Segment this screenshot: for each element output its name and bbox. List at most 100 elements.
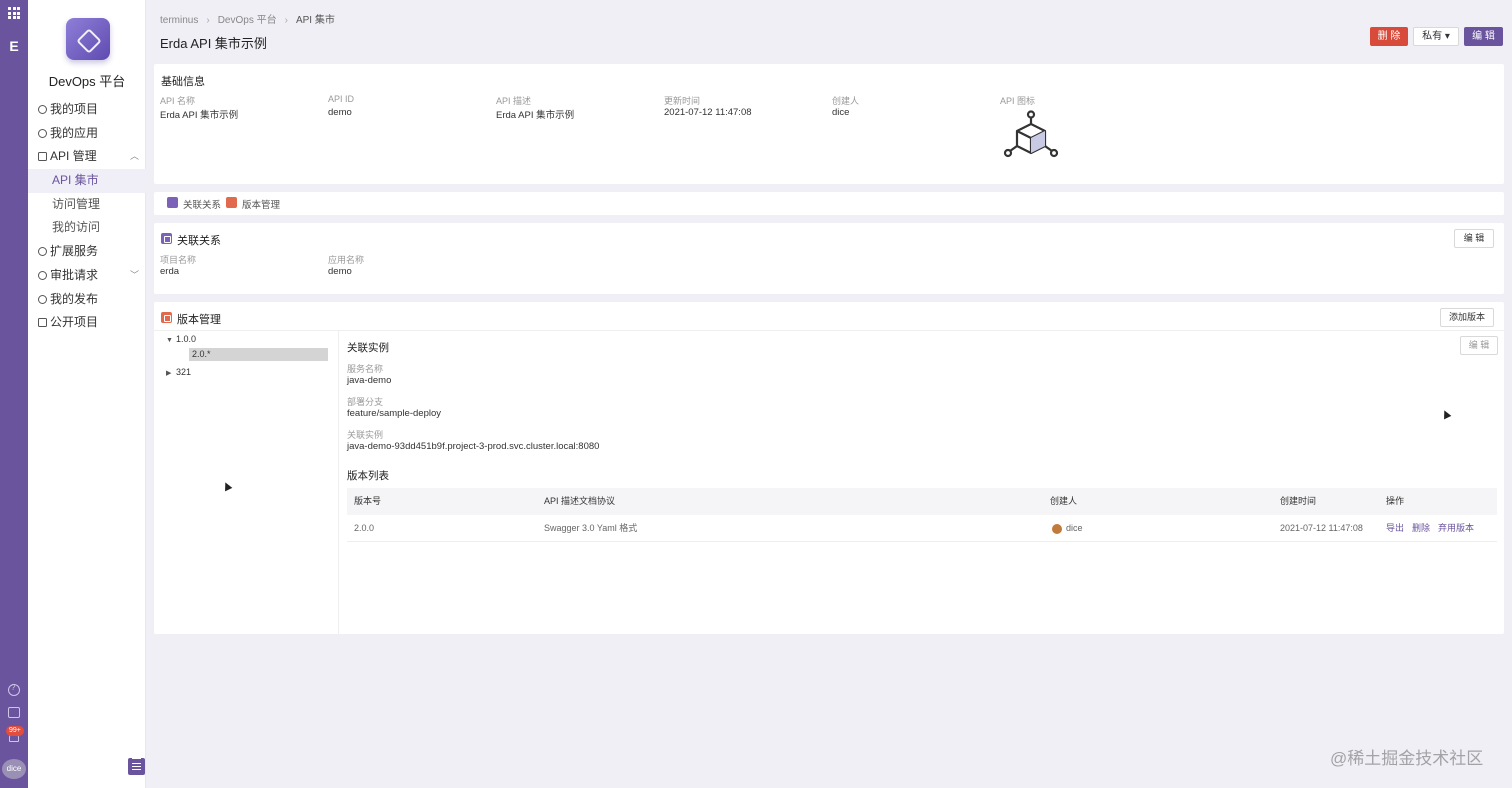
field-value: feature/sample-deploy (347, 408, 441, 419)
relation-card: 关联关系 编 辑 项目名称 erda 应用名称 demo (154, 223, 1504, 294)
app-icon (38, 128, 47, 138)
instance-edit-button[interactable]: 编 辑 (1460, 336, 1498, 355)
sidebar-item-api-management[interactable]: API 管理 ︿ (28, 145, 146, 169)
chevron-down-icon: ﹀ (129, 269, 139, 280)
field-label: 创建人 (832, 96, 860, 106)
sidebar-item-api-market[interactable]: API 集市 (28, 169, 146, 193)
creator-cell: dice (1066, 523, 1083, 533)
api-cube-icon (1003, 110, 1059, 158)
chevron-up-icon: ︿ (129, 151, 139, 162)
caret-down-icon: ▼ (166, 337, 173, 344)
field-value: 2021-07-12 11:47:08 (664, 107, 752, 118)
instance-title: 关联实例 (347, 342, 389, 354)
field-label: API ID (328, 94, 355, 104)
addon-icon (38, 247, 47, 257)
app-grid-icon[interactable] (8, 7, 20, 19)
column-header: 创建时间 (1280, 496, 1317, 506)
field-value: dice (832, 107, 850, 118)
section-title: 版本管理 (177, 314, 221, 326)
version-list-title: 版本列表 (347, 470, 389, 482)
public-project-icon (38, 318, 47, 328)
relation-icon (161, 233, 172, 244)
breadcrumb-item[interactable]: DevOps 平台 (218, 15, 277, 26)
sidebar-item-my-apps[interactable]: 我的应用 (28, 122, 146, 146)
version-tree-node[interactable]: ▶ 321 (166, 367, 191, 377)
anchor-versions[interactable]: 版本管理 (226, 197, 280, 211)
field-value: erda (160, 266, 180, 277)
basic-info-card: 基础信息 API 名称 Erda API 集市示例 API ID demo AP… (154, 64, 1504, 184)
sidebar-item-approval-requests[interactable]: 审批请求 ﹀ (28, 264, 146, 288)
field-value: Erda API 集市示例 (496, 110, 575, 121)
sidebar-title: DevOps 平台 (48, 74, 126, 89)
field-label: 更新时间 (664, 96, 701, 106)
section-anchor-bar: 关联关系 版本管理 (154, 192, 1504, 215)
page-title: Erda API 集市示例 (160, 36, 267, 51)
section-title: 关联关系 (177, 235, 221, 247)
caret-right-icon: ▶ (166, 370, 172, 377)
protocol-cell: Swagger 3.0 Yaml 格式 (544, 523, 638, 533)
field-label: 服务名称 (347, 364, 384, 374)
caret-down-icon: ▾ (1442, 31, 1450, 42)
column-header: 操作 (1386, 496, 1405, 506)
help-icon[interactable] (8, 683, 20, 696)
privacy-dropdown[interactable]: 私有 ▾ (1413, 27, 1459, 46)
field-value: Erda API 集市示例 (160, 110, 239, 121)
delete-button[interactable]: 删 除 (1370, 27, 1408, 46)
created-time-cell: 2021-07-12 11:47:08 (1280, 523, 1363, 533)
sidebar-item-addon-services[interactable]: 扩展服务 (28, 240, 146, 264)
field-label: API 名称 (160, 96, 196, 106)
breadcrumb-current: API 集市 (295, 15, 335, 26)
anchor-relation[interactable]: 关联关系 (167, 197, 221, 211)
section-title: 基础信息 (161, 76, 205, 88)
sidebar-item-access-management[interactable]: 访问管理 (28, 193, 146, 217)
sidebar-item-my-publish[interactable]: 我的发布 (28, 288, 146, 312)
erda-logo-icon[interactable]: E (7, 38, 21, 54)
relation-icon (167, 197, 178, 208)
column-header: 创建人 (1050, 496, 1078, 506)
version-icon (226, 197, 237, 208)
field-value: java-demo-93dd451b9f.project-3-prod.svc.… (347, 441, 600, 452)
column-header: 版本号 (354, 496, 382, 506)
breadcrumb-separator-icon: › (284, 15, 288, 26)
message-icon[interactable] (8, 707, 20, 718)
global-rail: E 99+ dice (0, 0, 28, 788)
field-label: 部署分支 (347, 397, 384, 407)
field-value: demo (328, 266, 352, 277)
relation-edit-button[interactable]: 编 辑 (1454, 229, 1494, 248)
user-avatar[interactable]: dice (2, 759, 26, 779)
sidebar-item-public-projects[interactable]: 公开项目 (28, 311, 146, 335)
add-version-button[interactable]: 添加版本 (1440, 308, 1494, 327)
devops-platform-logo (66, 18, 110, 60)
project-icon (38, 105, 47, 114)
publish-icon (38, 294, 47, 304)
avatar (1052, 524, 1062, 534)
field-label: 应用名称 (328, 255, 365, 265)
delete-link[interactable]: 删除 (1412, 523, 1430, 533)
field-label: 项目名称 (160, 255, 197, 265)
notification-badge: 99+ (6, 726, 24, 736)
field-label: API 图标 (1000, 96, 1036, 106)
version-table: 版本号 API 描述文档协议 创建人 创建时间 操作 2.0.0 Swagger… (347, 488, 1497, 542)
breadcrumb: terminus › DevOps 平台 › API 集市 (160, 11, 335, 26)
approval-icon (38, 270, 47, 280)
column-header: API 描述文档协议 (544, 496, 616, 506)
actions-cell: 导出 删除 弃用版本 (1386, 515, 1482, 542)
field-value: demo (328, 107, 352, 118)
sidebar-collapse-icon[interactable] (128, 758, 145, 775)
export-link[interactable]: 导出 (1386, 523, 1404, 533)
breadcrumb-item[interactable]: terminus (160, 15, 198, 26)
field-value: java-demo (347, 375, 392, 386)
table-header: 版本号 API 描述文档协议 创建人 创建时间 操作 (347, 488, 1497, 515)
deprecate-link[interactable]: 弃用版本 (1438, 523, 1474, 533)
version-tree-node-selected[interactable]: 2.0.* (189, 348, 328, 361)
api-icon (38, 152, 47, 162)
table-row[interactable]: 2.0.0 Swagger 3.0 Yaml 格式 dice 2021-07-1… (347, 515, 1497, 542)
sidebar-item-my-access[interactable]: 我的访问 (28, 216, 146, 240)
watermark: @稀土掘金技术社区 (1330, 749, 1484, 768)
version-tree-node[interactable]: ▼ 1.0.0 (166, 334, 196, 344)
version-cell: 2.0.0 (354, 523, 375, 533)
breadcrumb-separator-icon: › (206, 15, 210, 26)
sidebar-menu: 我的项目 我的应用 API 管理 ︿ API 集市 访问管理 我的访问 扩展服务 … (28, 98, 146, 335)
edit-button[interactable]: 编 辑 (1464, 27, 1503, 46)
sidebar-item-my-projects[interactable]: 我的项目 (28, 98, 146, 122)
